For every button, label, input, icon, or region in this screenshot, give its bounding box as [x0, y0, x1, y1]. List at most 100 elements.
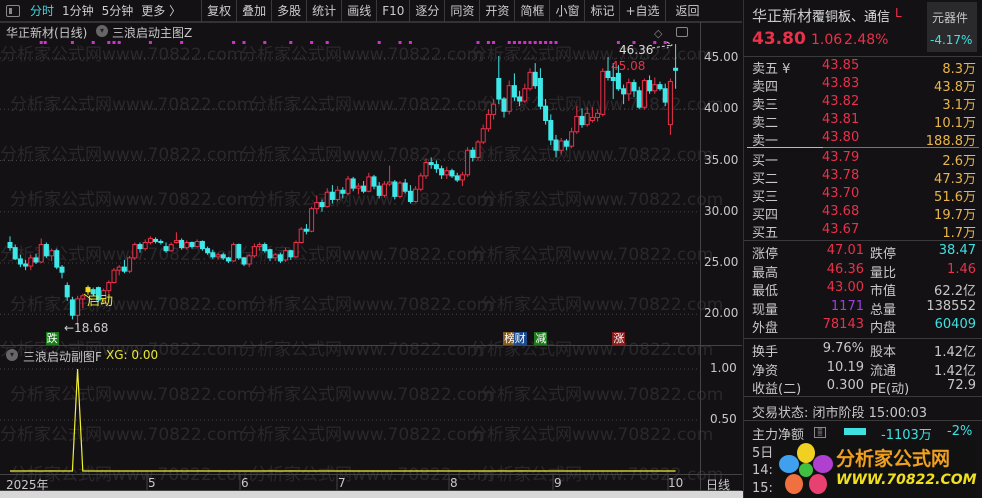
bottom-scrollbar[interactable] [0, 491, 743, 498]
candle-body [527, 71, 533, 90]
stat-value: 0.300 [826, 378, 864, 393]
candle-body [231, 244, 237, 262]
price-tick-label: 45.00 [704, 50, 739, 64]
candle-body [480, 128, 486, 143]
ask-row[interactable]: 卖一 43.80 188.8万 [752, 130, 976, 149]
ask-row[interactable]: 卖二 43.81 10.1万 [752, 112, 976, 131]
price-change-pct: 2.48% [844, 32, 889, 48]
candle-body [184, 242, 190, 249]
level-label: 卖二 [752, 116, 779, 131]
ask-row[interactable]: 卖四 43.83 43.8万 [752, 76, 976, 95]
signal-dot [112, 41, 116, 44]
candle-body [397, 182, 403, 197]
candle-body [428, 162, 434, 166]
bid-row[interactable]: 买五 43.67 1.7万 [752, 222, 976, 241]
level-label: 买四 [752, 208, 779, 223]
flow-row-14: 14: [752, 463, 773, 478]
list-icon[interactable]: ≡ ≡ [814, 427, 826, 438]
price-change: 1.06 [811, 32, 843, 48]
industry-box[interactable]: 元器件 -4.17% [927, 2, 977, 52]
bid-row[interactable]: 买一 43.79 2.6万 [752, 150, 976, 169]
candle-body [361, 185, 367, 192]
signal-dot [289, 41, 293, 44]
sector-label[interactable]: 覆铜板、通信 [812, 6, 890, 25]
candle-body [459, 174, 465, 181]
candle-body [163, 246, 169, 252]
signal-badge: 财 [513, 332, 527, 345]
candle-body [111, 269, 117, 283]
level-price: 43.80 [822, 130, 860, 145]
stat-row: 外盘 78143 内盘 60409 [752, 317, 976, 336]
candle-body [584, 112, 590, 126]
candle-body [615, 72, 621, 90]
sub-tick-label: 1.00 [710, 361, 737, 375]
signal-dot [507, 41, 511, 44]
level-price: 43.70 [822, 186, 860, 201]
stat-label: 收益(二) [752, 382, 802, 397]
candle-body [647, 80, 653, 92]
stat-value: 10.19 [826, 359, 864, 375]
logo-text: 分析家公式网 [836, 448, 951, 470]
date-label: 8 [450, 476, 458, 490]
candle-body [80, 295, 86, 300]
candle-body [662, 88, 668, 103]
level-price: 43.85 [822, 58, 860, 73]
indicator-dropdown-icon[interactable]: ▾ [96, 25, 108, 37]
candle-body [236, 244, 242, 259]
date-label: 6 [241, 476, 249, 490]
stat-value: 43.00 [826, 280, 864, 295]
candle-body [142, 242, 148, 250]
candle-body [673, 67, 679, 71]
stat-label: 外盘 [752, 321, 779, 336]
signal-dot [538, 41, 542, 44]
diamond-icon[interactable]: ◇ [654, 27, 662, 40]
bid-row[interactable]: 买四 43.68 19.7万 [752, 204, 976, 223]
level-label: 买一 [752, 154, 779, 169]
candle-body [210, 252, 216, 258]
candle-body [548, 120, 554, 141]
bid-row[interactable]: 买三 43.70 51.6万 [752, 186, 976, 205]
candle-body [246, 255, 252, 265]
signal-dot [486, 41, 490, 44]
level-price: 43.83 [822, 76, 860, 91]
window-toggle-icon[interactable] [676, 27, 688, 37]
candle-body [75, 298, 81, 316]
ask-row[interactable]: 卖三 43.82 3.1万 [752, 94, 976, 113]
level-label: 买五 [752, 226, 779, 241]
candle-body [470, 149, 476, 158]
candle-body [220, 254, 226, 259]
stat-label: 跌停 [870, 247, 897, 262]
signal-dot [523, 41, 527, 44]
candle-body [262, 244, 268, 252]
level-volume: 51.6万 [934, 190, 976, 205]
candle-body [303, 228, 309, 232]
sub-chart-title: 三浪启动副图F [23, 350, 102, 364]
candle-body [522, 88, 528, 102]
signal-dot [549, 41, 553, 44]
candle-body [402, 182, 408, 192]
signal-dot [408, 41, 412, 44]
stat-value: 138552 [926, 298, 976, 314]
candle-body [54, 250, 60, 268]
candle-body [418, 175, 424, 190]
level-price: 43.79 [822, 150, 860, 165]
start-signal-label: 启动 [87, 294, 114, 309]
flower-logo-icon [779, 443, 833, 494]
signal-dot [476, 41, 480, 44]
candle-body [7, 242, 13, 249]
level-volume: 47.3万 [934, 172, 976, 187]
candle-body [127, 257, 133, 272]
kline-chart[interactable] [0, 0, 742, 498]
candle-body [501, 98, 507, 112]
candle-body [667, 81, 673, 126]
high-price-label: 46.36 [619, 43, 654, 57]
ask-row[interactable]: 卖五 ¥ 43.85 8.3万 [752, 58, 976, 77]
sub-indicator-dropdown-icon[interactable]: ▾ [6, 349, 18, 361]
candle-body [636, 90, 642, 108]
signal-dot [232, 41, 236, 44]
candle-body [329, 191, 335, 200]
signal-dot [107, 41, 111, 44]
level-volume: 19.7万 [934, 208, 976, 223]
stat-value: 47.01 [826, 243, 864, 258]
bid-row[interactable]: 买二 43.78 47.3万 [752, 168, 976, 187]
